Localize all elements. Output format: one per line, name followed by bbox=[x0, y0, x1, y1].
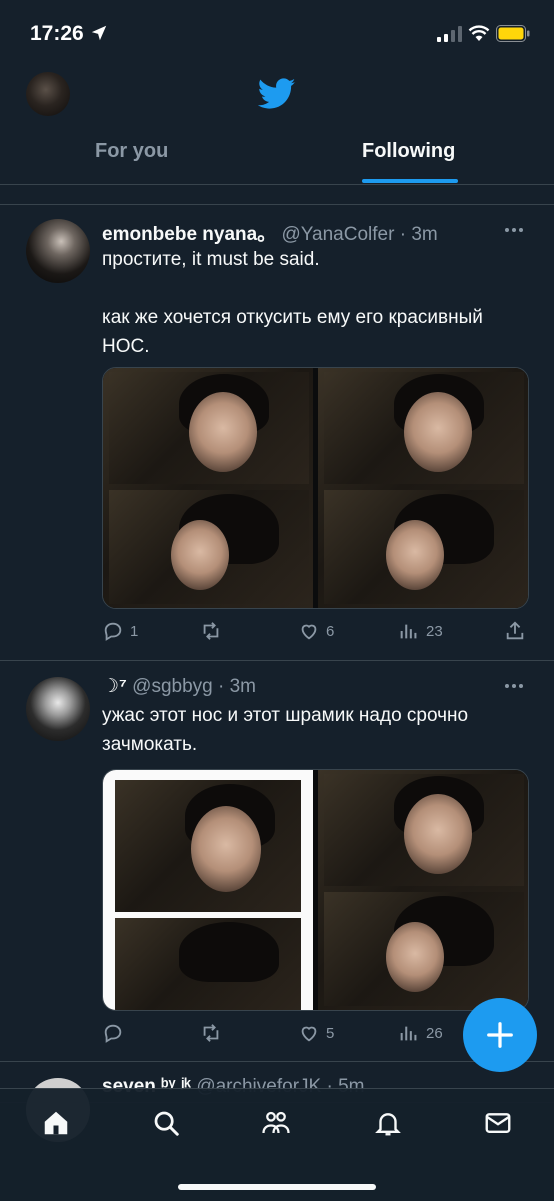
communities-icon bbox=[262, 1111, 290, 1134]
tab-home[interactable] bbox=[38, 1105, 74, 1141]
cellular-signal-icon bbox=[437, 26, 462, 42]
photo-face bbox=[386, 520, 444, 590]
tweet-text: простите, it must be said. как же хочетс… bbox=[102, 249, 483, 357]
media-photo[interactable] bbox=[318, 770, 528, 1010]
photo-frame-top bbox=[115, 780, 301, 912]
active-tab-indicator bbox=[362, 179, 458, 183]
wifi-icon bbox=[468, 25, 490, 41]
author-avatar[interactable] bbox=[26, 219, 90, 283]
like-count: 6 bbox=[326, 622, 335, 640]
reply-count: 1 bbox=[130, 622, 139, 640]
photo-frame-bottom bbox=[324, 892, 524, 1006]
photo-frame-bottom bbox=[115, 918, 301, 1010]
media-photo[interactable] bbox=[318, 368, 528, 608]
more-options-icon[interactable] bbox=[504, 227, 524, 233]
home-icon bbox=[44, 1111, 68, 1135]
tab-for-you[interactable]: For you bbox=[95, 140, 168, 163]
author-handle-time[interactable]: @sgbbyg · 3m bbox=[132, 676, 256, 697]
messages-icon bbox=[485, 1113, 511, 1133]
heart-icon bbox=[301, 1026, 317, 1042]
photo-frame-top bbox=[109, 372, 309, 484]
views-count: 23 bbox=[426, 622, 443, 640]
like-button[interactable]: 6 bbox=[298, 619, 334, 643]
tab-notifications[interactable] bbox=[370, 1105, 406, 1141]
tweet-header: ☽⁷ @sgbbyg · 3m bbox=[102, 675, 256, 698]
share-icon bbox=[506, 621, 524, 640]
battery-icon bbox=[496, 25, 530, 42]
tweet[interactable]: emonbebe nyana。 @YanaColfer · 3m простит… bbox=[0, 205, 554, 661]
twitter-bird-icon[interactable] bbox=[258, 78, 296, 110]
views-count: 26 bbox=[426, 1024, 443, 1042]
search-icon bbox=[154, 1111, 179, 1136]
tab-communities[interactable] bbox=[258, 1105, 294, 1141]
retweet-button[interactable] bbox=[200, 619, 228, 643]
timeline-header: For you Following bbox=[0, 66, 554, 185]
tweet-text: ужас этот нос и этот шрамик надо срочно … bbox=[102, 705, 469, 755]
tweet-media-grid[interactable] bbox=[102, 769, 529, 1011]
photo-frame-top bbox=[324, 372, 524, 484]
media-photo[interactable] bbox=[103, 368, 313, 608]
author-handle-time[interactable]: @YanaColfer · 3m bbox=[282, 224, 438, 245]
share-button[interactable] bbox=[504, 619, 526, 643]
photo-face bbox=[171, 520, 229, 590]
photo-frame-bottom bbox=[324, 490, 524, 604]
account-avatar[interactable] bbox=[26, 72, 70, 116]
views-button[interactable]: 26 bbox=[398, 1021, 443, 1045]
heart-icon bbox=[301, 624, 317, 640]
views-chart-icon bbox=[400, 624, 417, 639]
like-count: 5 bbox=[326, 1024, 335, 1042]
photo-face bbox=[404, 794, 472, 874]
photo-hair bbox=[179, 922, 279, 982]
tweet[interactable]: ☽⁷ @sgbbyg · 3m ужас этот нос и этот шра… bbox=[0, 661, 554, 1062]
reply-icon bbox=[104, 1024, 122, 1043]
tweet-actions: 1 6 23 bbox=[102, 619, 532, 643]
status-time: 17:26 bbox=[30, 22, 84, 45]
views-chart-icon bbox=[400, 1026, 417, 1041]
photo-frame-bottom bbox=[109, 490, 309, 604]
retweet-icon bbox=[203, 622, 219, 640]
home-indicator[interactable] bbox=[178, 1184, 376, 1190]
like-button[interactable]: 5 bbox=[298, 1021, 334, 1045]
tab-search[interactable] bbox=[148, 1105, 184, 1141]
more-options-icon[interactable] bbox=[504, 683, 524, 689]
tab-messages[interactable] bbox=[480, 1105, 516, 1141]
author-display-name[interactable]: emonbebe nyana。 bbox=[102, 224, 276, 245]
photo-face bbox=[386, 922, 444, 992]
plus-icon bbox=[487, 1022, 513, 1048]
notifications-icon bbox=[375, 1113, 401, 1136]
feed-separator bbox=[0, 185, 554, 205]
author-display-name[interactable]: ☽⁷ bbox=[102, 676, 127, 697]
reply-button[interactable]: 1 bbox=[102, 619, 138, 643]
retweet-button[interactable] bbox=[200, 1021, 228, 1045]
photo-face bbox=[191, 806, 261, 892]
location-arrow-icon bbox=[91, 25, 107, 41]
reply-button[interactable] bbox=[102, 1021, 130, 1045]
compose-tweet-button[interactable] bbox=[463, 998, 537, 1072]
status-bar: 17:26 bbox=[0, 0, 554, 66]
retweet-icon bbox=[203, 1024, 219, 1042]
photo-face bbox=[189, 392, 257, 472]
author-avatar[interactable] bbox=[26, 677, 90, 741]
media-photo[interactable] bbox=[103, 770, 313, 1010]
tab-following[interactable]: Following bbox=[362, 140, 455, 163]
photo-frame-top bbox=[324, 774, 524, 886]
bottom-tab-bar bbox=[0, 1088, 554, 1201]
views-button[interactable]: 23 bbox=[398, 619, 443, 643]
tweet-header: emonbebe nyana。 @YanaColfer · 3m bbox=[102, 219, 438, 246]
reply-icon bbox=[104, 622, 122, 641]
tweet-media-grid[interactable] bbox=[102, 367, 529, 609]
photo-face bbox=[404, 392, 472, 472]
